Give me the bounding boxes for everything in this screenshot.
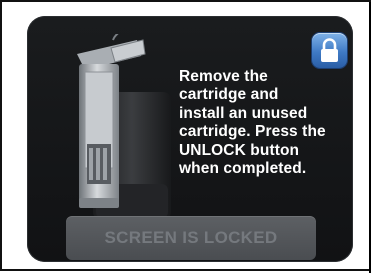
screen-locked-label: SCREEN IS LOCKED <box>104 228 278 247</box>
cartridge-device-illustration <box>65 34 175 224</box>
instruction-text: Remove the cartridge and install an unus… <box>179 68 326 178</box>
screen-locked-status-bar: SCREEN IS LOCKED <box>66 216 316 260</box>
unlock-button[interactable] <box>312 33 347 68</box>
screenshot-frame: Remove the cartridge and install an unus… <box>0 0 371 273</box>
cartridge-device-image <box>77 34 171 220</box>
padlock-icon <box>321 38 338 62</box>
